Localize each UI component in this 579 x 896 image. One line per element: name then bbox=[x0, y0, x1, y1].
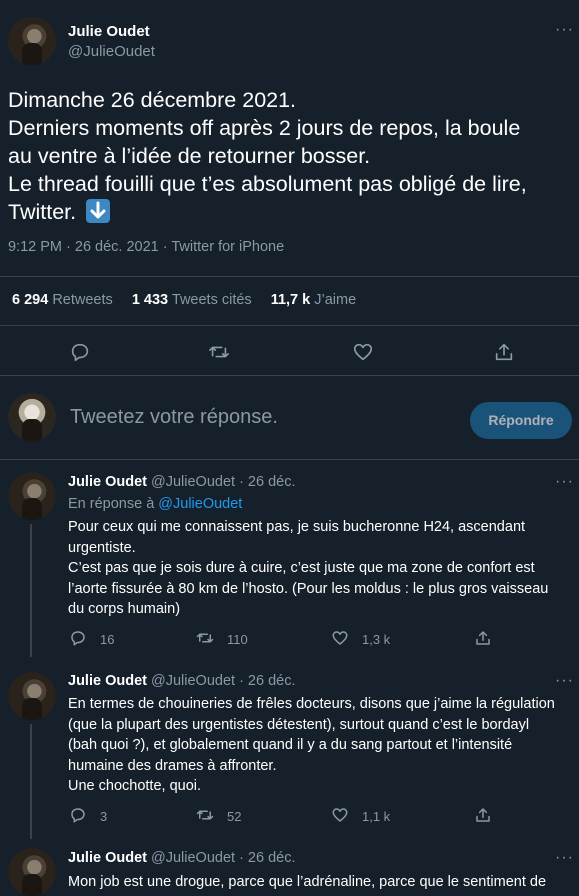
in-reply-to: En réponse à @JulieOudet bbox=[68, 496, 242, 512]
reply-line: C’est pas que je sois dure à cuire, c’es… bbox=[68, 560, 535, 576]
main-tweet-line-last: Twitter. bbox=[8, 198, 573, 226]
reply-count: 16 bbox=[100, 632, 115, 647]
main-tweet-line: Twitter. bbox=[8, 200, 77, 224]
like-icon[interactable] bbox=[331, 629, 349, 647]
main-tweet-line: au ventre à l’idée de retourner bosser. bbox=[8, 144, 371, 168]
more-icon[interactable]: ··· bbox=[555, 672, 574, 690]
reply-line: Mon job est une drogue, parce que l’adré… bbox=[68, 874, 547, 890]
reply-author-avatar[interactable] bbox=[8, 848, 56, 896]
main-tweet-line: Dimanche 26 décembre 2021. bbox=[8, 88, 297, 112]
reply-author-name[interactable]: Julie Oudet bbox=[68, 850, 147, 866]
reply-count: 3 bbox=[100, 809, 108, 824]
retweets-label[interactable]: Retweets bbox=[52, 292, 112, 308]
like-icon[interactable] bbox=[352, 341, 374, 363]
reply-header: Julie Oudet @JulieOudet · 26 déc. bbox=[68, 474, 296, 490]
reply-line: (bah quoi ?), et globalement quand il y … bbox=[68, 737, 513, 753]
quotes-label[interactable]: Tweets cités bbox=[172, 292, 252, 308]
reply-line: Une chochotte, quoi. bbox=[68, 778, 202, 794]
likes-count[interactable]: 11,7 k bbox=[271, 292, 311, 308]
divider bbox=[0, 325, 579, 326]
reply-line: l’aorte fissurée à 80 km de l’hosto. (Po… bbox=[68, 580, 549, 597]
thread-line bbox=[30, 524, 32, 657]
reply-text: En termes de chouineries de frêles docte… bbox=[68, 694, 573, 797]
retweets-count[interactable]: 6 294 bbox=[12, 292, 48, 308]
share-icon[interactable] bbox=[474, 806, 492, 824]
reply-icon[interactable] bbox=[69, 341, 91, 363]
reply-line: humaine des drames à affronter. bbox=[68, 757, 277, 774]
reply-handle-date[interactable]: @JulieOudet · 26 déc. bbox=[151, 474, 296, 490]
reply-line: urgentiste. bbox=[68, 539, 136, 556]
stats-row: 6 294 Retweets 1 433 Tweets cités 11,7 k… bbox=[12, 292, 356, 308]
retweet-icon[interactable] bbox=[207, 341, 231, 363]
like-count: 1,1 k bbox=[362, 809, 391, 824]
reply-author-avatar[interactable] bbox=[8, 672, 56, 720]
like-icon[interactable] bbox=[331, 806, 349, 824]
main-tweet-line: Le thread fouilli que t’es absolument pa… bbox=[8, 172, 527, 196]
likes-label[interactable]: J’aime bbox=[314, 292, 356, 308]
reply-line: (que la plupart des urgentistes détesten… bbox=[68, 716, 530, 733]
reply-icon[interactable] bbox=[69, 806, 87, 824]
reply-input[interactable]: Tweetez votre réponse. bbox=[70, 406, 278, 429]
current-user-avatar[interactable] bbox=[8, 393, 56, 441]
more-icon[interactable]: ··· bbox=[555, 849, 574, 867]
divider bbox=[0, 276, 579, 277]
like-count: 1,3 k bbox=[362, 632, 391, 647]
reply-author-name[interactable]: Julie Oudet bbox=[68, 673, 147, 689]
reply-icon[interactable] bbox=[69, 629, 87, 647]
main-author-handle[interactable]: @JulieOudet bbox=[68, 43, 155, 60]
main-author-avatar[interactable] bbox=[8, 17, 56, 65]
in-reply-prefix: En réponse à bbox=[68, 496, 155, 512]
in-reply-handle[interactable]: @JulieOudet bbox=[158, 496, 242, 512]
reply-header: Julie Oudet @JulieOudet · 26 déc. bbox=[68, 673, 296, 689]
main-tweet-text: Dimanche 26 décembre 2021. Derniers mome… bbox=[8, 86, 573, 226]
retweet-count: 52 bbox=[227, 809, 242, 824]
reply-button[interactable]: Répondre bbox=[470, 402, 572, 439]
reply-line: En termes de chouineries de frêles docte… bbox=[68, 696, 555, 712]
divider bbox=[0, 459, 579, 460]
share-icon[interactable] bbox=[474, 629, 492, 647]
reply-handle-date[interactable]: @JulieOudet · 26 déc. bbox=[151, 850, 296, 866]
share-icon[interactable] bbox=[493, 341, 515, 363]
reply-handle-date[interactable]: @JulieOudet · 26 déc. bbox=[151, 673, 296, 689]
arrow-down-emoji bbox=[86, 199, 111, 223]
more-icon[interactable]: ··· bbox=[555, 473, 574, 491]
retweet-icon[interactable] bbox=[195, 806, 215, 824]
reply-line: Pour ceux qui me connaissent pas, je sui… bbox=[68, 519, 526, 535]
reply-author-name[interactable]: Julie Oudet bbox=[68, 474, 147, 490]
divider bbox=[0, 375, 579, 376]
more-icon[interactable]: ··· bbox=[555, 21, 574, 39]
retweet-count: 110 bbox=[227, 632, 248, 647]
main-tweet-line: Derniers moments off après 2 jours de re… bbox=[8, 116, 521, 140]
main-author-name[interactable]: Julie Oudet bbox=[68, 23, 150, 40]
thread-line bbox=[30, 724, 32, 839]
tweet-meta[interactable]: 9:12 PM · 26 déc. 2021 · Twitter for iPh… bbox=[8, 239, 284, 255]
reply-line: du corps humain) bbox=[68, 601, 181, 617]
reply-text: Pour ceux qui me connaissent pas, je sui… bbox=[68, 517, 573, 620]
retweet-icon[interactable] bbox=[195, 629, 215, 647]
reply-text: Mon job est une drogue, parce que l’adré… bbox=[68, 872, 573, 893]
quotes-count[interactable]: 1 433 bbox=[132, 292, 168, 308]
reply-header: Julie Oudet @JulieOudet · 26 déc. bbox=[68, 850, 296, 866]
reply-author-avatar[interactable] bbox=[8, 472, 56, 520]
